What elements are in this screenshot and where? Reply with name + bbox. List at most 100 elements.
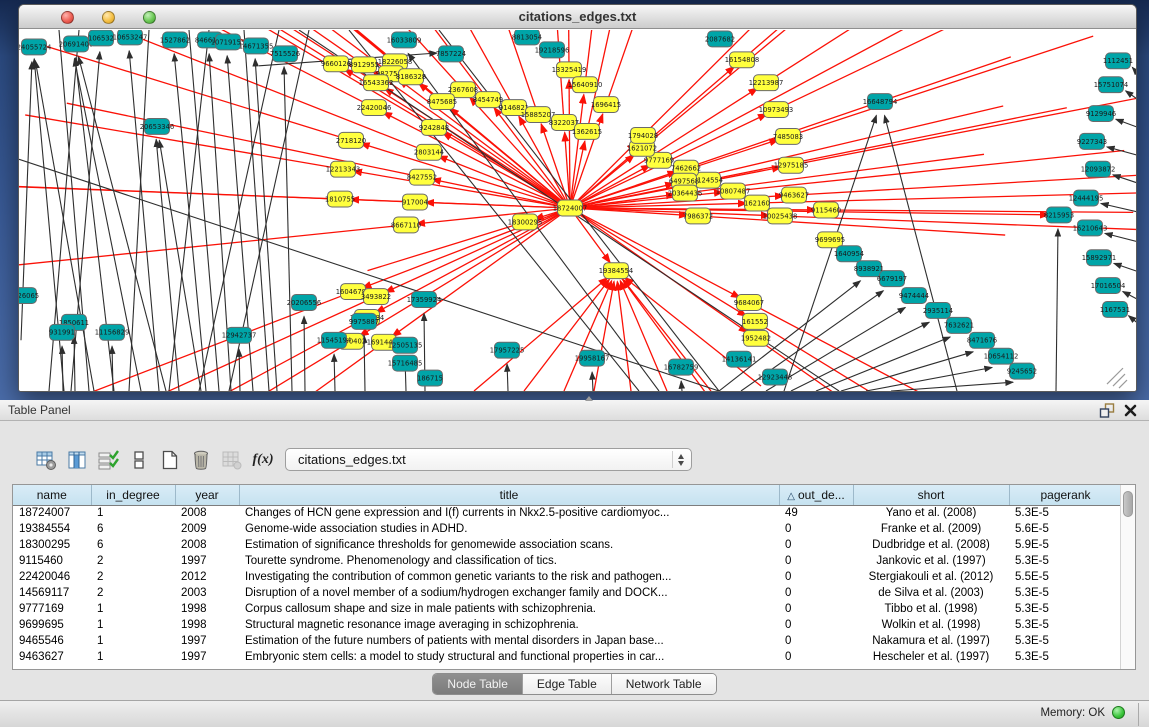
table-cell[interactable]: 6 <box>91 537 175 553</box>
row-selection-icon[interactable] <box>127 448 151 472</box>
column-header-out_de[interactable]: △out_de... <box>779 485 853 505</box>
table-cell[interactable]: 0 <box>779 617 853 633</box>
column-header-short[interactable]: short <box>853 485 1009 505</box>
table-cell[interactable]: 5.6E-5 <box>1009 521 1120 537</box>
column-header-in_degree[interactable]: in_degree <box>91 485 175 505</box>
table-cell[interactable]: 2012 <box>175 569 239 585</box>
column-header-pagerank[interactable]: pagerank <box>1009 485 1120 505</box>
table-cell[interactable]: Investigating the contribution of common… <box>239 569 779 585</box>
tab-node-table[interactable]: Node Table <box>433 674 523 694</box>
table-cell[interactable]: 1 <box>91 601 175 617</box>
zoom-window-button[interactable] <box>143 11 156 24</box>
table-cell[interactable]: 9777169 <box>13 601 91 617</box>
table-cell[interactable]: 18724007 <box>13 505 91 521</box>
table-cell[interactable]: 9463627 <box>13 649 91 665</box>
show-columns-icon[interactable] <box>65 448 89 472</box>
table-cell[interactable]: 9115460 <box>13 553 91 569</box>
table-cell[interactable]: Tibbo et al. (1998) <box>853 601 1009 617</box>
table-cell[interactable]: 1997 <box>175 633 239 649</box>
citation-graph[interactable]: 1872400796601268912955182260589827503165… <box>19 30 1136 391</box>
table-cell[interactable]: 19384554 <box>13 521 91 537</box>
table-cell[interactable]: 5.3E-5 <box>1009 649 1120 665</box>
table-cell[interactable]: Dudbridge et al. (2008) <box>853 537 1009 553</box>
table-cell[interactable]: 0 <box>779 537 853 553</box>
network-window-titlebar[interactable]: citations_edges.txt <box>19 5 1136 29</box>
table-cell[interactable]: 2003 <box>175 585 239 601</box>
table-cell[interactable]: Jankovic et al. (1997) <box>853 553 1009 569</box>
table-cell[interactable]: 9699695 <box>13 617 91 633</box>
table-cell[interactable]: 1997 <box>175 553 239 569</box>
table-cell[interactable]: 1997 <box>175 649 239 665</box>
table-cell[interactable]: 0 <box>779 649 853 665</box>
table-cell[interactable]: 49 <box>779 505 853 521</box>
function-builder-icon[interactable]: f(x) <box>251 448 275 472</box>
table-cell[interactable]: 1 <box>91 505 175 521</box>
table-cell[interactable]: 0 <box>779 585 853 601</box>
table-cell[interactable]: Stergiakouli et al. (2012) <box>853 569 1009 585</box>
table-cell[interactable]: 5.3E-5 <box>1009 585 1120 601</box>
table-row[interactable]: 977716911998Corpus callosum shape and si… <box>13 601 1120 617</box>
table-cell[interactable]: 0 <box>779 633 853 649</box>
table-cell[interactable]: 0 <box>779 569 853 585</box>
table-cell[interactable]: Nakamura et al. (1997) <box>853 633 1009 649</box>
table-row[interactable]: 2242004622012Investigating the contribut… <box>13 569 1120 585</box>
memory-ok-icon[interactable] <box>1112 706 1125 719</box>
table-cell[interactable]: Disruption of a novel member of a sodium… <box>239 585 779 601</box>
table-cell[interactable]: 0 <box>779 521 853 537</box>
delete-trash-icon[interactable] <box>189 448 213 472</box>
table-cell[interactable]: 6 <box>91 521 175 537</box>
table-cell[interactable]: 14569117 <box>13 585 91 601</box>
network-window[interactable]: citations_edges.txt 18724007966012689129… <box>18 4 1137 392</box>
table-cell[interactable]: Corpus callosum shape and size in male p… <box>239 601 779 617</box>
table-cell[interactable]: 2009 <box>175 521 239 537</box>
table-row[interactable]: 1456911722003Disruption of a novel membe… <box>13 585 1120 601</box>
table-selector-dropdown[interactable]: citations_edges.txt <box>285 448 692 471</box>
table-cell[interactable]: Estimation of significance thresholds fo… <box>239 537 779 553</box>
split-pane-handle-icon[interactable] <box>585 396 593 401</box>
table-cell[interactable]: 5.3E-5 <box>1009 601 1120 617</box>
table-cell[interactable]: 2 <box>91 553 175 569</box>
table-cell[interactable]: 1 <box>91 617 175 633</box>
table-row[interactable]: 969969511998Structural magnetic resonanc… <box>13 617 1120 633</box>
tab-network-table[interactable]: Network Table <box>612 674 716 694</box>
network-canvas[interactable]: 1872400796601268912955182260589827503165… <box>19 30 1136 391</box>
table-cell[interactable]: 1998 <box>175 617 239 633</box>
table-row[interactable]: 1938455462009Genome-wide association stu… <box>13 521 1120 537</box>
table-cell[interactable]: 1998 <box>175 601 239 617</box>
table-row[interactable]: 1872400712008Changes of HCN gene express… <box>13 505 1120 521</box>
table-cell[interactable]: Hescheler et al. (1997) <box>853 649 1009 665</box>
table-cell[interactable]: Estimation of the future numbers of pati… <box>239 633 779 649</box>
column-header-title[interactable]: title <box>239 485 779 505</box>
table-cell[interactable]: Wolkin et al. (1998) <box>853 617 1009 633</box>
table-cell[interactable]: 5.5E-5 <box>1009 569 1120 585</box>
table-cell[interactable]: 2008 <box>175 505 239 521</box>
table-cell[interactable]: 5.3E-5 <box>1009 553 1120 569</box>
table-cell[interactable]: 2008 <box>175 537 239 553</box>
table-mode-icon[interactable] <box>34 448 58 472</box>
table-row[interactable]: 1830029562008Estimation of significance … <box>13 537 1120 553</box>
table-cell[interactable]: Tourette syndrome. Phenomenology and cla… <box>239 553 779 569</box>
select-all-rows-icon[interactable] <box>96 448 120 472</box>
table-cell[interactable]: Structural magnetic resonance image aver… <box>239 617 779 633</box>
scrollbar-thumb[interactable] <box>1123 491 1133 517</box>
table-scrollbar[interactable] <box>1120 485 1135 669</box>
close-panel-icon[interactable] <box>1123 403 1138 418</box>
table-row[interactable]: 946554611997Estimation of the future num… <box>13 633 1120 649</box>
table-cell[interactable]: de Silva et al. (2003) <box>853 585 1009 601</box>
table-cell[interactable]: 9465546 <box>13 633 91 649</box>
new-document-icon[interactable] <box>158 448 182 472</box>
table-cell[interactable]: 5.3E-5 <box>1009 617 1120 633</box>
table-cell[interactable]: 5.9E-5 <box>1009 537 1120 553</box>
column-header-year[interactable]: year <box>175 485 239 505</box>
table-cell[interactable]: 22420046 <box>13 569 91 585</box>
table-row[interactable]: 946362711997Embryonic stem cells: a mode… <box>13 649 1120 665</box>
table-cell[interactable]: 2 <box>91 585 175 601</box>
table-cell[interactable]: Yano et al. (2008) <box>853 505 1009 521</box>
table-cell[interactable]: 0 <box>779 601 853 617</box>
table-cell[interactable]: Changes of HCN gene expression and I(f) … <box>239 505 779 521</box>
table-cell[interactable]: 0 <box>779 553 853 569</box>
float-panel-icon[interactable] <box>1099 403 1115 418</box>
table-cell[interactable]: Genome-wide association studies in ADHD. <box>239 521 779 537</box>
table-cell[interactable]: 1 <box>91 633 175 649</box>
table-row[interactable]: 911546021997Tourette syndrome. Phenomeno… <box>13 553 1120 569</box>
